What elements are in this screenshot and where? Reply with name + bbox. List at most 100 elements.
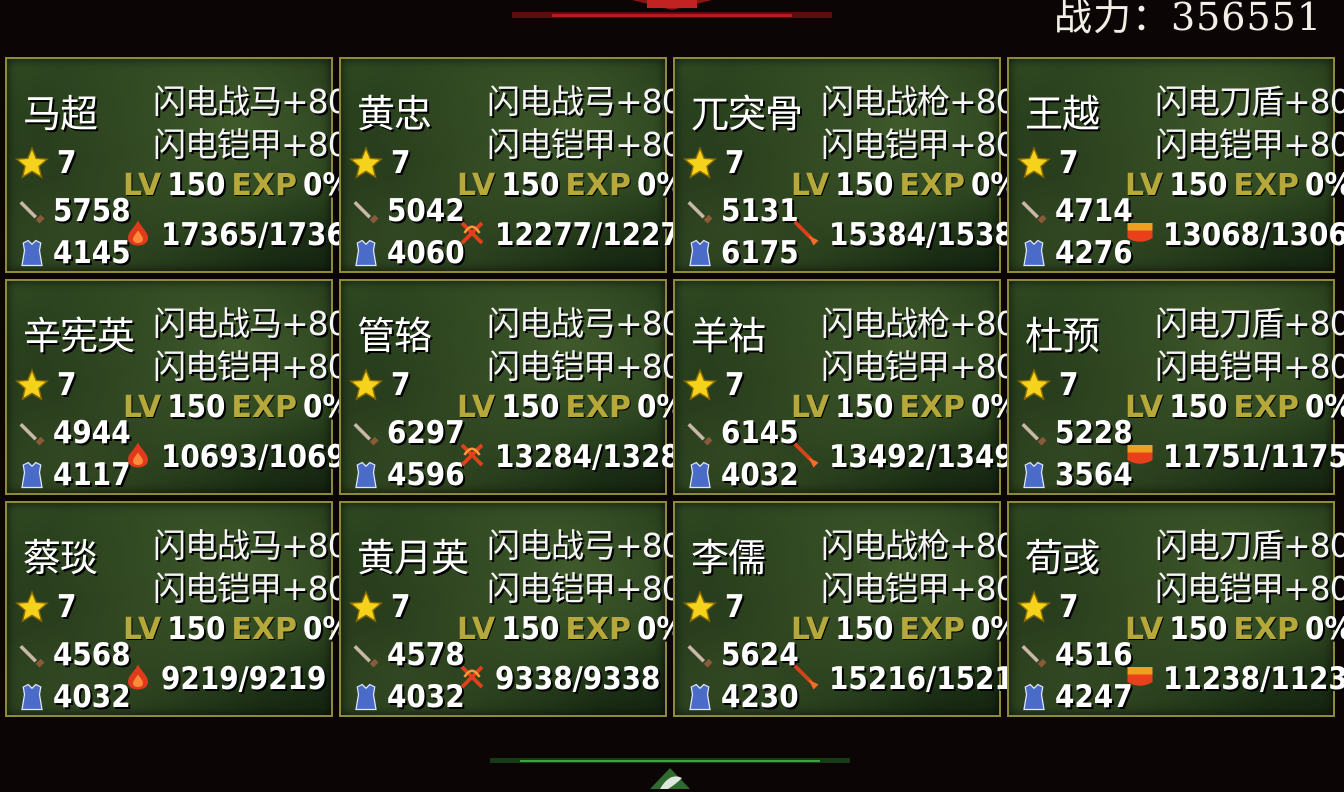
hero-name: 羊祜 xyxy=(691,314,766,358)
attack-row: 4578 xyxy=(351,637,465,673)
attack-value: 5624 xyxy=(721,637,799,673)
star-icon xyxy=(349,590,383,623)
shield-icon xyxy=(1125,440,1155,474)
hero-card-5[interactable]: 辛宪英 闪电战马+80 闪电铠甲+80 7 LV 150 EXP 0% 4944 xyxy=(5,279,365,495)
armor-equipment: 闪电铠甲+80 xyxy=(1155,347,1344,386)
defense-value: 6175 xyxy=(721,235,799,271)
spear-icon xyxy=(791,662,821,696)
hero-name: 管辂 xyxy=(357,314,432,358)
hero-card-2[interactable]: 黄忠 闪电战弓+80 闪电铠甲+80 7 LV 150 EXP 0% 5042 xyxy=(339,57,699,273)
troops-value: 9338/9338 xyxy=(495,661,661,697)
troops-row: 15216/15216 xyxy=(791,661,1033,697)
armor-icon xyxy=(355,461,377,489)
weapon-equipment: 闪电战弓+80 xyxy=(487,526,683,565)
attack-row: 4568 xyxy=(17,637,131,673)
armor-icon xyxy=(21,461,43,489)
hero-card-8[interactable]: 杜预 闪电刀盾+80 闪电铠甲+80 7 LV 150 EXP 0% 5228 xyxy=(1007,279,1344,495)
attack-row: 5042 xyxy=(351,193,465,229)
defense-value: 3564 xyxy=(1055,457,1133,493)
level-row: LV 150 EXP 0% xyxy=(457,611,684,647)
troops-value: 11751/11751 xyxy=(1163,439,1344,475)
level-value: 150 xyxy=(835,167,894,203)
level-row: LV 150 EXP 0% xyxy=(123,389,350,425)
troops-row: 17365/17365 xyxy=(123,217,365,253)
level-value: 150 xyxy=(167,389,226,425)
troops-row: 13068/13068 xyxy=(1125,217,1344,253)
troops-row: 13492/13492 xyxy=(791,439,1033,475)
attack-value: 6145 xyxy=(721,415,799,451)
star-rank: 7 xyxy=(15,589,76,625)
attack-row: 5624 xyxy=(685,637,799,673)
defense-value: 4060 xyxy=(387,235,465,271)
defense-row: 4032 xyxy=(17,679,131,715)
star-rank: 7 xyxy=(15,367,76,403)
defense-row: 4032 xyxy=(351,679,465,715)
troops-row: 11238/11238 xyxy=(1125,661,1344,697)
level-row: LV 150 EXP 0% xyxy=(791,167,1018,203)
star-count: 7 xyxy=(57,145,77,181)
sword-icon xyxy=(19,645,45,668)
hero-card-11[interactable]: 李儒 闪电战枪+80 闪电铠甲+80 7 LV 150 EXP 0% 5624 xyxy=(673,501,1033,717)
armor-equipment: 闪电铠甲+80 xyxy=(821,347,1017,386)
hero-name: 荀彧 xyxy=(1025,536,1100,580)
attack-row: 5758 xyxy=(17,193,131,229)
defense-value: 4596 xyxy=(387,457,465,493)
exp-label: EXP xyxy=(231,390,298,425)
attack-value: 5228 xyxy=(1055,415,1133,451)
sword-icon xyxy=(353,645,379,668)
sword-icon xyxy=(687,645,713,668)
weapon-equipment: 闪电战弓+80 xyxy=(487,82,683,121)
troops-value: 13284/13284 xyxy=(495,439,700,475)
level-row: LV 150 EXP 0% xyxy=(791,389,1018,425)
level-value: 150 xyxy=(835,611,894,647)
hero-card-9[interactable]: 蔡琰 闪电战马+80 闪电铠甲+80 7 LV 150 EXP 0% 4568 xyxy=(5,501,350,717)
defense-row: 4145 xyxy=(17,235,131,271)
hero-card-1[interactable]: 马超 闪电战马+80 闪电铠甲+80 7 LV 150 EXP 0% 5758 xyxy=(5,57,365,273)
shield-icon xyxy=(1125,662,1155,696)
attack-value: 6297 xyxy=(387,415,465,451)
defense-value: 4276 xyxy=(1055,235,1133,271)
star-icon xyxy=(15,146,49,179)
star-count: 7 xyxy=(1059,145,1079,181)
defense-row: 4060 xyxy=(351,235,465,271)
star-icon xyxy=(683,590,717,623)
exp-value: 0% xyxy=(1305,389,1344,425)
armor-icon xyxy=(1023,461,1045,489)
hero-card-6[interactable]: 管辂 闪电战弓+80 闪电铠甲+80 7 LV 150 EXP 0% 6297 xyxy=(339,279,699,495)
star-icon xyxy=(683,368,717,401)
attack-value: 5758 xyxy=(53,193,131,229)
level-row: LV 150 EXP 0% xyxy=(457,389,684,425)
star-count: 7 xyxy=(1059,367,1079,403)
exp-label: EXP xyxy=(899,168,966,203)
hero-card-10[interactable]: 黄月英 闪电战弓+80 闪电铠甲+80 7 LV 150 EXP 0% 4578 xyxy=(339,501,684,717)
hero-card-4[interactable]: 王越 闪电刀盾+80 闪电铠甲+80 7 LV 150 EXP 0% 4714 xyxy=(1007,57,1344,273)
sword-icon xyxy=(19,201,45,224)
exp-label: EXP xyxy=(565,390,632,425)
hero-card-12[interactable]: 荀彧 闪电刀盾+80 闪电铠甲+80 7 LV 150 EXP 0% 4516 xyxy=(1007,501,1344,717)
level-row: LV 150 EXP 0% xyxy=(123,167,350,203)
defense-row: 4596 xyxy=(351,457,465,493)
armor-icon xyxy=(1023,239,1045,267)
defense-row: 3564 xyxy=(1019,457,1133,493)
cavalry-icon xyxy=(123,440,153,474)
bottom-left-decoration xyxy=(20,772,440,792)
star-count: 7 xyxy=(725,145,745,181)
hero-name: 王越 xyxy=(1025,92,1100,136)
weapon-equipment: 闪电刀盾+80 xyxy=(1155,526,1344,565)
troops-row: 9219/9219 xyxy=(123,661,326,697)
armor-icon xyxy=(689,683,711,711)
attack-row: 4714 xyxy=(1019,193,1133,229)
level-row: LV 150 EXP 0% xyxy=(1125,611,1344,647)
hero-card-7[interactable]: 羊祜 闪电战枪+80 闪电铠甲+80 7 LV 150 EXP 0% 6145 xyxy=(673,279,1033,495)
archer-icon xyxy=(457,218,487,252)
weapon-equipment: 闪电战弓+80 xyxy=(487,304,683,343)
sword-icon xyxy=(353,423,379,446)
star-rank: 7 xyxy=(683,145,744,181)
level-row: LV 150 EXP 0% xyxy=(123,611,350,647)
armor-equipment: 闪电铠甲+80 xyxy=(487,569,683,608)
hero-card-3[interactable]: 兀突骨 闪电战枪+80 闪电铠甲+80 7 LV 150 EXP 0% 5131 xyxy=(673,57,1033,273)
armor-icon xyxy=(1023,683,1045,711)
star-icon xyxy=(1017,590,1051,623)
star-icon xyxy=(15,368,49,401)
defense-row: 4247 xyxy=(1019,679,1133,715)
